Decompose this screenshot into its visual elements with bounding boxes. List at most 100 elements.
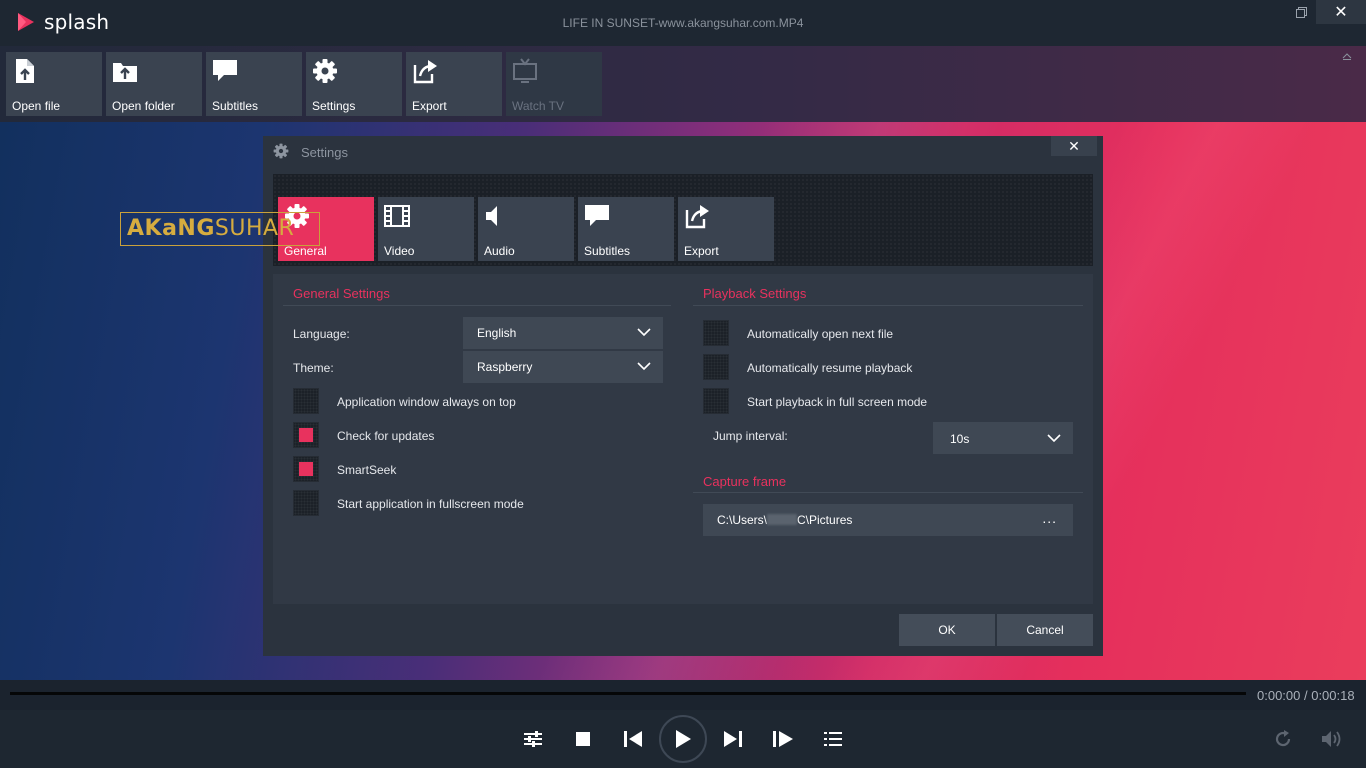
fullscreen-playback-checkbox[interactable]: [703, 388, 729, 414]
open-folder-icon: [113, 63, 137, 82]
redacted-username: [767, 514, 798, 525]
repeat-button[interactable]: [1268, 724, 1298, 754]
theme-value: Raspberry: [477, 360, 533, 374]
restore-button[interactable]: [1288, 0, 1314, 24]
main-toolbar: Open file Open folder Subtitles Settings: [0, 46, 1366, 122]
open-file-button[interactable]: Open file: [6, 52, 102, 116]
auto-resume-label: Automatically resume playback: [747, 361, 913, 375]
open-file-icon: [16, 59, 34, 83]
seek-area: 0:00:00 / 0:00:18: [0, 680, 1366, 710]
theme-dropdown[interactable]: Raspberry: [463, 351, 663, 383]
close-icon: ✕: [1068, 137, 1080, 154]
equalizer-button[interactable]: [518, 724, 548, 754]
subtitles-icon: [213, 60, 237, 81]
volume-icon: [1322, 731, 1341, 747]
tab-label: General: [284, 244, 327, 258]
subtitles-button[interactable]: Subtitles: [206, 52, 302, 116]
play-button[interactable]: [659, 715, 707, 763]
next-button[interactable]: [718, 724, 748, 754]
playback-controls: [0, 710, 1366, 768]
capture-path-end: C\Pictures: [797, 513, 853, 527]
settings-button[interactable]: Settings: [306, 52, 402, 116]
language-value: English: [477, 326, 517, 340]
toolbar-label: Export: [412, 99, 447, 113]
fullscreen-start-checkbox[interactable]: [293, 490, 319, 516]
auto-next-checkbox[interactable]: [703, 320, 729, 346]
chevron-down-icon: [637, 362, 651, 371]
fullscreen-start-label: Start application in fullscreen mode: [337, 497, 524, 511]
stop-button[interactable]: [568, 724, 598, 754]
open-folder-button[interactable]: Open folder: [106, 52, 202, 116]
tab-export[interactable]: Export: [678, 197, 774, 261]
capture-path-start: C:\Users\: [717, 513, 768, 527]
title-bar: splash LIFE IN SUNSET-www.akangsuhar.com…: [0, 0, 1366, 46]
collapse-icon: [1342, 53, 1352, 60]
smartseek-checkbox[interactable]: [293, 456, 319, 482]
toolbar-label: Subtitles: [212, 99, 259, 113]
restore-icon: [1295, 6, 1307, 18]
ok-button[interactable]: OK: [899, 614, 995, 646]
playlist-icon: [824, 732, 842, 746]
settings-dialog: Settings ✕ General Video Audio Subtitles…: [263, 136, 1103, 656]
theme-label: Theme:: [293, 361, 334, 375]
watermark-bold-text: AKaNG: [127, 216, 215, 241]
film-icon: [384, 205, 410, 227]
equalizer-icon: [524, 731, 542, 747]
window-close-button[interactable]: ✕: [1316, 0, 1366, 24]
toolbar-label: Open folder: [112, 99, 175, 113]
tab-audio[interactable]: Audio: [478, 197, 574, 261]
frame-step-button[interactable]: [768, 724, 798, 754]
playback-settings-title: Playback Settings: [703, 286, 807, 301]
smartseek-label: SmartSeek: [337, 463, 397, 477]
time-display: 0:00:00 / 0:00:18: [1257, 688, 1355, 703]
section-divider: [693, 492, 1083, 493]
dialog-header: Settings ✕: [263, 136, 1103, 168]
always-on-top-checkbox[interactable]: [293, 388, 319, 414]
tv-icon: [513, 58, 537, 83]
check-updates-checkbox[interactable]: [293, 422, 319, 448]
export-icon: [685, 205, 709, 229]
check-updates-label: Check for updates: [337, 429, 435, 443]
export-icon: [413, 60, 437, 84]
general-settings-title: General Settings: [293, 286, 390, 301]
tab-label: Audio: [484, 244, 515, 258]
capture-path-field[interactable]: C:\Users\ C\Pictures ...: [703, 504, 1073, 536]
chevron-down-icon: [1047, 434, 1061, 443]
browse-button[interactable]: ...: [1042, 510, 1057, 526]
toolbar-label: Open file: [12, 99, 61, 113]
previous-button[interactable]: [618, 724, 648, 754]
frame-step-icon: [773, 731, 793, 747]
fullscreen-playback-label: Start playback in full screen mode: [747, 395, 928, 409]
gear-icon: [313, 59, 337, 83]
close-icon: ✕: [1334, 4, 1348, 21]
language-dropdown[interactable]: English: [463, 317, 663, 349]
tab-video[interactable]: Video: [378, 197, 474, 261]
play-icon: [676, 730, 691, 748]
toolbar-label: Settings: [312, 99, 356, 113]
playlist-button[interactable]: [818, 724, 848, 754]
tab-label: Export: [684, 244, 719, 258]
settings-tabs: General Video Audio Subtitles Export: [273, 174, 1093, 266]
watch-tv-button[interactable]: Watch TV: [506, 52, 602, 116]
watermark-logo: AKaNGSUHAR: [120, 212, 320, 246]
export-button[interactable]: Export: [406, 52, 502, 116]
tab-subtitles[interactable]: Subtitles: [578, 197, 674, 261]
section-divider: [283, 305, 671, 306]
jump-interval-dropdown[interactable]: 10s: [933, 422, 1073, 454]
skip-previous-icon: [624, 731, 642, 747]
toolbar-collapse-button[interactable]: [1342, 52, 1356, 60]
seek-bar[interactable]: [10, 692, 1246, 695]
gear-icon: [273, 143, 289, 159]
skip-next-icon: [724, 731, 742, 747]
auto-resume-checkbox[interactable]: [703, 354, 729, 380]
jump-interval-label: Jump interval:: [713, 429, 788, 443]
cancel-button[interactable]: Cancel: [997, 614, 1093, 646]
subtitles-icon: [585, 205, 609, 226]
dialog-title: Settings: [301, 145, 348, 160]
always-on-top-label: Application window always on top: [337, 395, 516, 409]
dialog-close-button[interactable]: ✕: [1051, 136, 1097, 156]
volume-button[interactable]: [1318, 724, 1348, 754]
stop-icon: [576, 732, 590, 746]
tab-label: Subtitles: [584, 244, 631, 258]
toolbar-label: Watch TV: [512, 99, 565, 113]
